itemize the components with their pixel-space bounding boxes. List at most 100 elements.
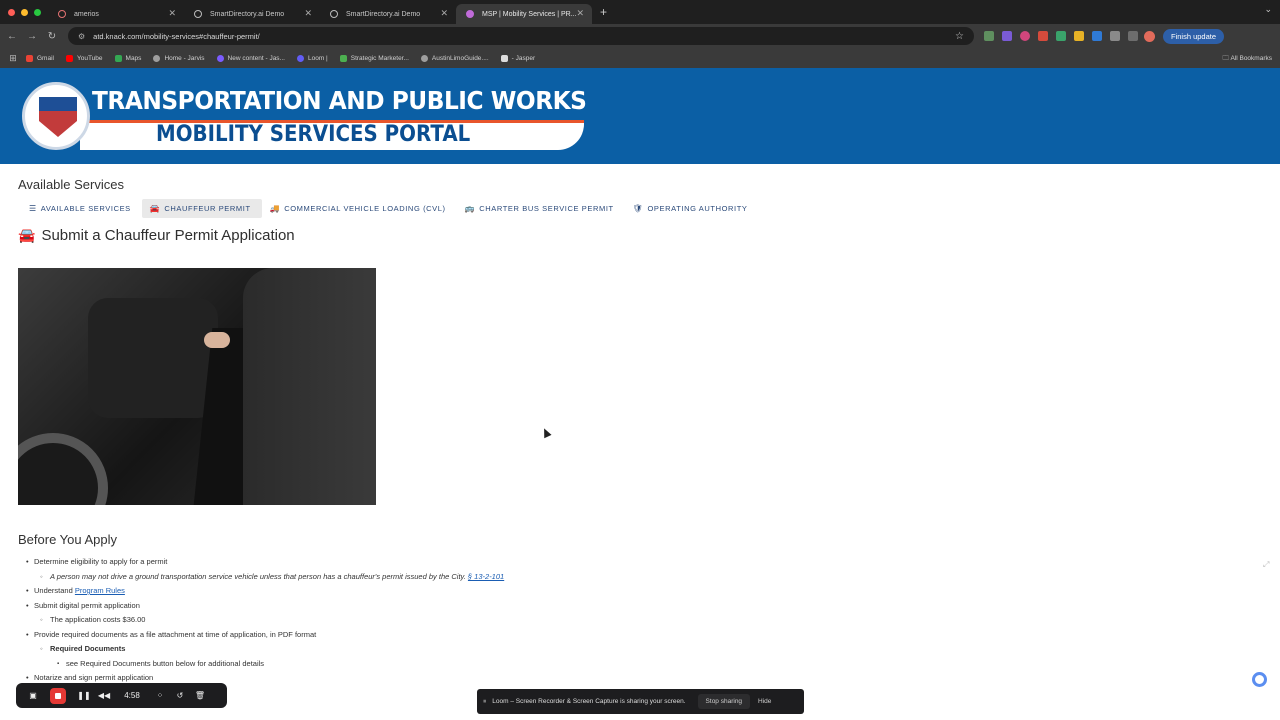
bookmark-item[interactable]: Gmail: [26, 54, 54, 62]
bookmark-label: Strategic Marketer...: [350, 54, 409, 62]
forward-arrow-icon[interactable]: →: [22, 31, 42, 42]
list-item-text: Understand: [34, 586, 73, 595]
expand-icon[interactable]: ⤢: [1263, 560, 1269, 570]
extension-icon[interactable]: [1002, 31, 1012, 41]
subnav-label: COMMERCIAL VEHICLE LOADING (CVL): [284, 204, 446, 213]
browser-tab[interactable]: SmartDirectory.ai Demo ✕: [184, 4, 320, 24]
camera-icon[interactable]: ▣: [24, 691, 42, 700]
bookmark-star-icon[interactable]: ☆: [955, 31, 964, 42]
bookmark-favicon-icon: [339, 54, 347, 62]
list-sub-item: Required Documents: [26, 642, 504, 657]
bookmark-label: - Jasper: [511, 54, 536, 62]
close-window-button[interactable]: [8, 8, 15, 16]
available-services-heading: Available Services: [18, 177, 124, 192]
list-item: Determine eligibility to apply for a per…: [26, 555, 504, 570]
code-reference-link[interactable]: § 13-2-101: [468, 572, 504, 581]
tab-label: SmartDirectory.ai Demo: [210, 10, 285, 18]
bookmarks-bar: ⊞ Gmail YouTube Maps Home - Jarvis New c…: [0, 48, 1280, 68]
bookmark-item[interactable]: Home - Jarvis: [153, 54, 205, 62]
pause-icon[interactable]: ❚❚: [74, 691, 94, 700]
extension-icon[interactable]: [1020, 31, 1030, 41]
tab-label: MSP | Mobility Services | PR...: [482, 10, 577, 18]
subnav-charter-bus-permit[interactable]: 🚌 CHARTER BUS SERVICE PERMIT: [457, 199, 625, 218]
sharing-message: Loom – Screen Recorder & Screen Capture …: [492, 698, 686, 705]
list-item-text: Provide required documents as a file att…: [34, 629, 317, 639]
list-item-text: Notarize and sign permit application: [34, 673, 154, 682]
list-sub-item: The application costs $36.00: [26, 613, 504, 628]
extension-icon[interactable]: [1110, 31, 1120, 41]
extension-icon[interactable]: [1038, 31, 1048, 41]
seal-shield-top: [39, 97, 77, 111]
subnav-label: CHARTER BUS SERVICE PERMIT: [479, 204, 614, 213]
list-item: Provide required documents as a file att…: [26, 628, 504, 643]
new-tab-button[interactable]: +: [600, 5, 607, 19]
browser-tab[interactable]: amerios ✕: [48, 4, 184, 24]
bookmark-label: New content - Jas...: [227, 54, 285, 62]
tab-search-chevron-icon[interactable]: ⌄: [1264, 4, 1272, 15]
drag-handle-icon[interactable]: ⏸: [483, 698, 486, 706]
extension-icon[interactable]: [1092, 31, 1102, 41]
close-tab-icon[interactable]: ✕: [168, 8, 176, 19]
tab-favicon-icon: [58, 10, 66, 18]
bookmark-label: Gmail: [37, 54, 54, 62]
bookmark-item[interactable]: Loom |: [296, 54, 328, 62]
address-bar[interactable]: ⚙ atd.knack.com/mobility-services#chauff…: [68, 27, 974, 45]
page-title: 🚘 Submit a Chauffeur Permit Application: [18, 227, 295, 244]
list-item-text: Determine eligibility to apply for a per…: [34, 557, 168, 566]
finish-update-button[interactable]: Finish update: [1163, 28, 1225, 44]
list-sub-item: A person may not drive a ground transpor…: [26, 570, 504, 585]
profile-avatar[interactable]: [1144, 30, 1155, 42]
extension-icon[interactable]: [1056, 31, 1066, 41]
youtube-icon: [65, 54, 73, 62]
stop-recording-button[interactable]: [50, 687, 66, 704]
bookmark-label: Loom |: [307, 54, 328, 62]
stop-sharing-button[interactable]: Stop sharing: [697, 694, 751, 709]
bookmark-item[interactable]: YouTube: [65, 54, 103, 62]
all-bookmarks-button[interactable]: 🗀 All Bookmarks: [1223, 54, 1273, 65]
rewind-icon[interactable]: ◀◀: [94, 691, 114, 700]
portal-banner[interactable]: TRANSPORTATION AND PUBLIC WORKS MOBILITY…: [22, 82, 587, 150]
subnav-chauffeur-permit[interactable]: 🚘 CHAUFFEUR PERMIT: [141, 199, 262, 218]
list-sub-sub-item: see Required Documents button below for …: [26, 657, 504, 672]
tab-label: SmartDirectory.ai Demo: [346, 10, 421, 18]
recording-timer: 4:58: [124, 691, 140, 700]
trash-icon[interactable]: 🗑: [190, 691, 210, 700]
site-info-icon[interactable]: ⚙: [78, 32, 85, 41]
subnav-commercial-vehicle-loading[interactable]: 🚚 COMMERCIAL VEHICLE LOADING (CVL): [262, 199, 457, 218]
assistant-widget-icon[interactable]: [1252, 672, 1267, 687]
bookmark-item[interactable]: New content - Jas...: [216, 54, 285, 62]
close-tab-icon[interactable]: ✕: [440, 8, 448, 19]
program-rules-link[interactable]: Program Rules: [75, 586, 125, 595]
page-title-text: Submit a Chauffeur Permit Application: [41, 227, 295, 244]
extension-icon[interactable]: [1074, 31, 1084, 41]
list-item-text: The application costs $36.00: [50, 615, 146, 624]
list-item-text: see Required Documents button below for …: [66, 658, 265, 668]
photo-car-seat: [88, 298, 218, 418]
drawing-tools-icon[interactable]: ⁘: [150, 691, 170, 700]
bookmark-item[interactable]: AustinLimoGuide....: [420, 54, 489, 62]
extension-icon[interactable]: [984, 31, 994, 41]
back-arrow-icon[interactable]: ←: [2, 31, 22, 42]
list-item: Understand Program Rules: [26, 584, 504, 599]
subnav-label: CHAUFFEUR PERMIT: [164, 204, 251, 213]
maps-icon: [114, 54, 122, 62]
bookmark-item[interactable]: Strategic Marketer...: [339, 54, 409, 62]
restart-icon[interactable]: ↺: [170, 691, 190, 700]
apps-grid-icon[interactable]: ⊞: [0, 53, 26, 64]
close-tab-icon[interactable]: ✕: [304, 8, 312, 19]
screen-sharing-bar: ⏸ Loom – Screen Recorder & Screen Captur…: [477, 689, 804, 714]
minimize-window-button[interactable]: [21, 8, 28, 16]
subnav-operating-authority[interactable]: 🛡 OPERATING AUTHORITY: [625, 199, 759, 218]
bookmark-item[interactable]: - Jasper: [500, 54, 536, 62]
maximize-window-button[interactable]: [34, 8, 41, 16]
extensions-puzzle-icon[interactable]: [1128, 31, 1138, 41]
subnav-label: OPERATING AUTHORITY: [647, 204, 748, 213]
truck-icon: 🚚: [269, 204, 281, 213]
browser-tab-active[interactable]: MSP | Mobility Services | PR... ✕: [456, 4, 592, 24]
hide-button[interactable]: Hide: [758, 698, 771, 705]
browser-tab[interactable]: SmartDirectory.ai Demo ✕: [320, 4, 456, 24]
subnav-available-services[interactable]: ☰ AVAILABLE SERVICES: [21, 199, 142, 218]
close-tab-icon[interactable]: ✕: [576, 8, 584, 19]
reload-icon[interactable]: ↻: [42, 31, 62, 42]
bookmark-item[interactable]: Maps: [114, 54, 141, 62]
